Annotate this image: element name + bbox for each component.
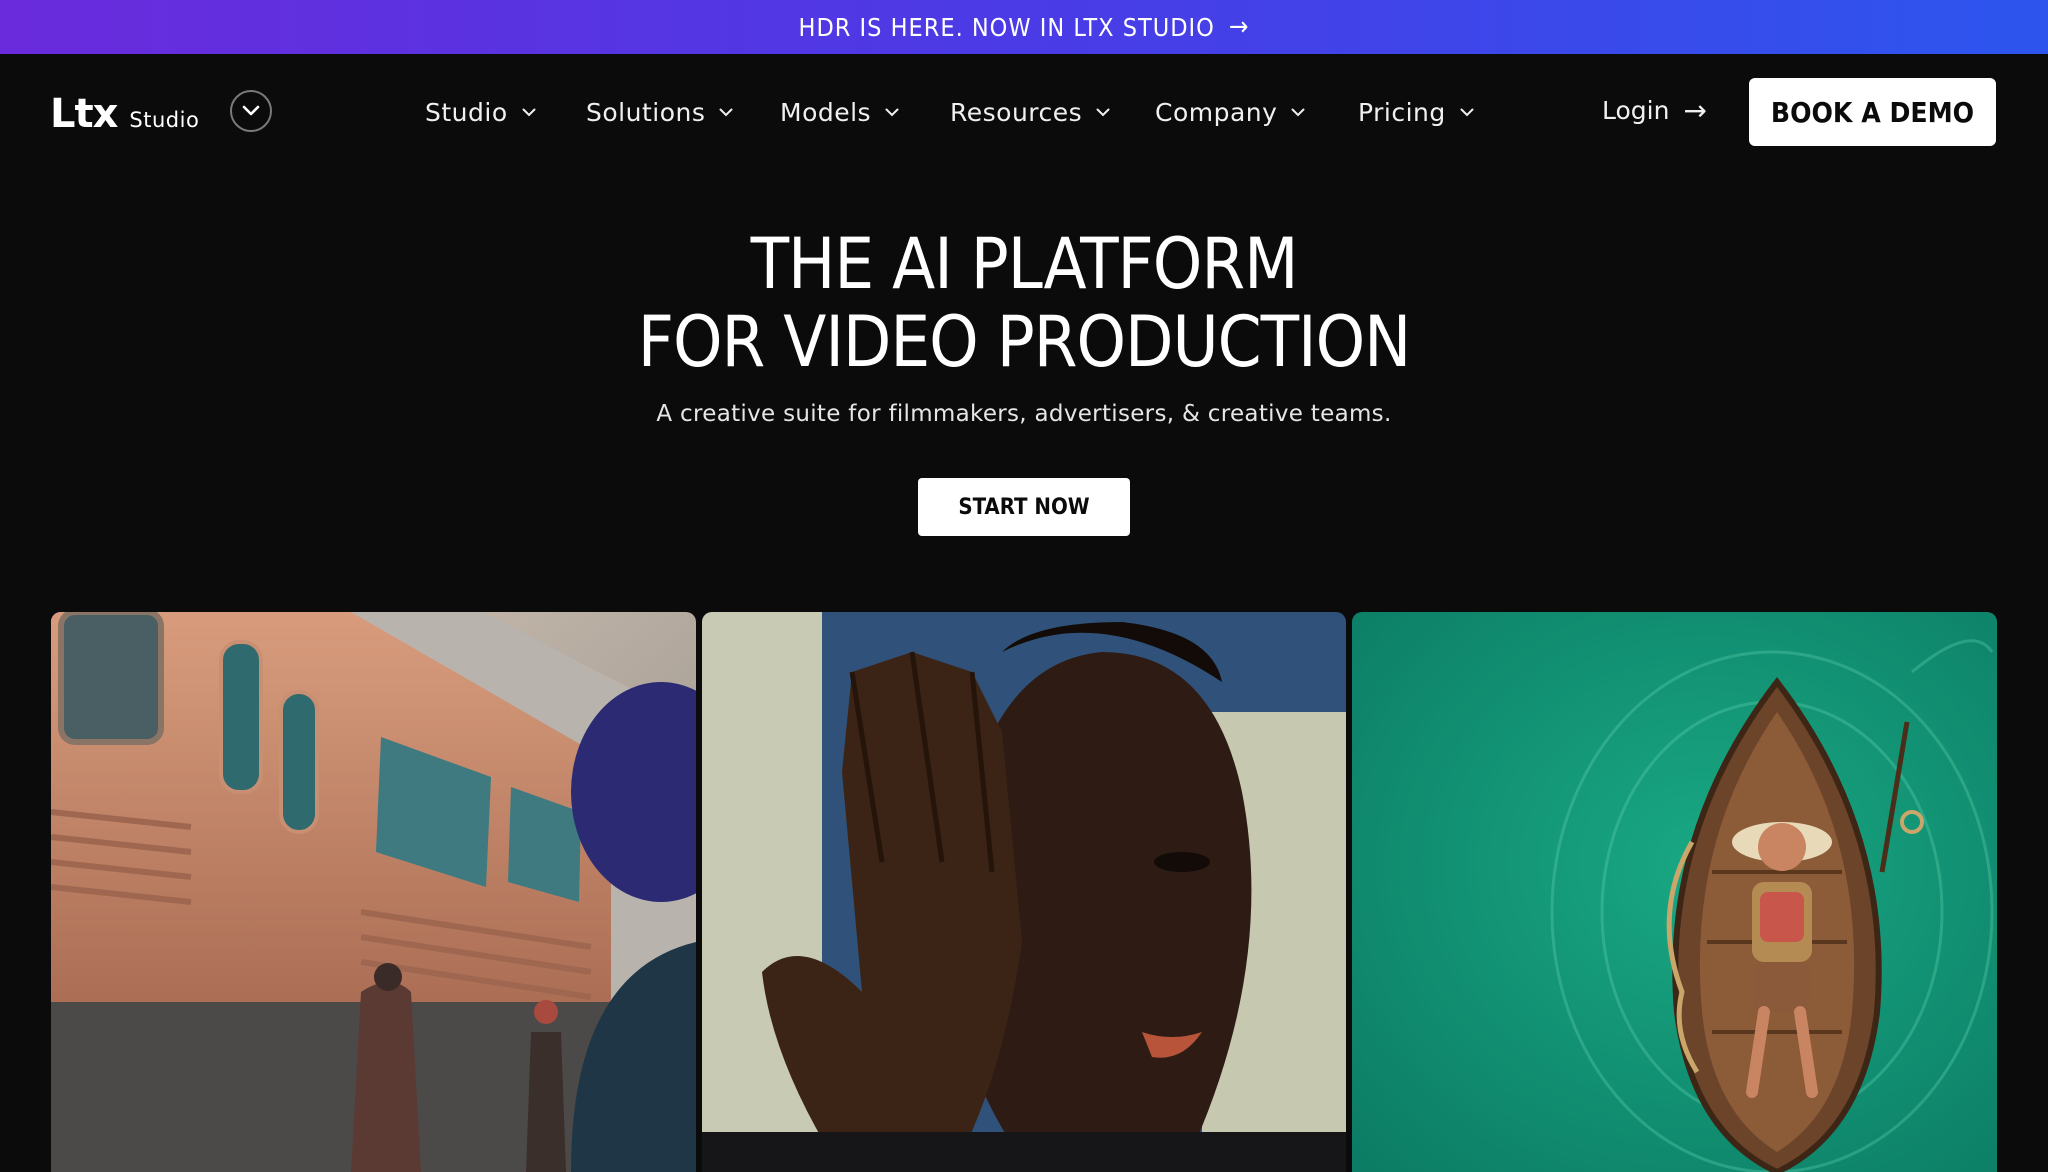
nav-item-label: Studio <box>425 97 508 127</box>
announcement-banner[interactable]: HDR IS HERE. NOW IN LTX STUDIO → <box>0 0 2048 54</box>
train-scene-image <box>51 612 696 1172</box>
hero-title-line-1: THE AI PLATFORM <box>750 223 1299 305</box>
hero-section: THE AI PLATFORM FOR VIDEO PRODUCTION A c… <box>0 225 2048 427</box>
portrait-image <box>701 612 1347 1172</box>
gallery-card-portrait[interactable] <box>701 612 1347 1172</box>
top-navigation: Ltx Studio Studio Solutions Models Resou… <box>0 54 2048 170</box>
gallery-card-train[interactable] <box>51 612 696 1172</box>
showcase-gallery <box>51 612 1998 1172</box>
chevron-down-icon <box>1096 104 1112 120</box>
nav-item-label: Pricing <box>1358 97 1446 127</box>
start-now-button[interactable]: START NOW <box>918 478 1130 536</box>
nav-item-label: Solutions <box>586 97 706 127</box>
gallery-card-boat[interactable] <box>1352 612 1998 1172</box>
hero-title-line-2: FOR VIDEO PRODUCTION <box>637 301 1412 383</box>
chevron-down-icon <box>1460 104 1476 120</box>
nav-item-studio[interactable]: Studio <box>425 94 586 130</box>
hero-subtitle: A creative suite for filmmakers, adverti… <box>656 401 1392 427</box>
nav-item-pricing[interactable]: Pricing <box>1358 94 1518 130</box>
chevron-down-icon <box>1291 104 1307 120</box>
announcement-text: HDR IS HERE. NOW IN LTX STUDIO <box>798 12 1215 42</box>
main-menu: Studio Solutions Models Resources Compan… <box>425 94 1518 130</box>
logo-product-name: Studio <box>129 108 200 132</box>
nav-item-label: Company <box>1155 97 1278 127</box>
nav-item-company[interactable]: Company <box>1155 94 1358 130</box>
product-switcher-button[interactable] <box>230 90 272 132</box>
login-label: Login <box>1602 96 1670 125</box>
nav-item-label: Resources <box>950 97 1083 127</box>
chevron-down-icon <box>522 104 538 120</box>
nav-item-label: Models <box>780 97 872 127</box>
nav-item-models[interactable]: Models <box>780 94 950 130</box>
chevron-down-icon <box>885 104 901 120</box>
nav-item-resources[interactable]: Resources <box>950 94 1155 130</box>
arrow-right-icon: → <box>1683 94 1707 127</box>
login-link[interactable]: Login → <box>1602 94 1707 127</box>
logo-mark: Ltx <box>50 91 118 137</box>
chevron-down-icon <box>719 104 735 120</box>
boat-scene-image <box>1352 612 1998 1172</box>
nav-item-solutions[interactable]: Solutions <box>586 94 780 130</box>
hero-title: THE AI PLATFORM FOR VIDEO PRODUCTION <box>0 225 2048 381</box>
arrow-right-icon: → <box>1228 12 1250 42</box>
brand-logo[interactable]: Ltx Studio <box>50 91 200 137</box>
chevron-down-icon <box>242 105 260 116</box>
book-demo-button[interactable]: BOOK A DEMO <box>1749 78 1996 146</box>
